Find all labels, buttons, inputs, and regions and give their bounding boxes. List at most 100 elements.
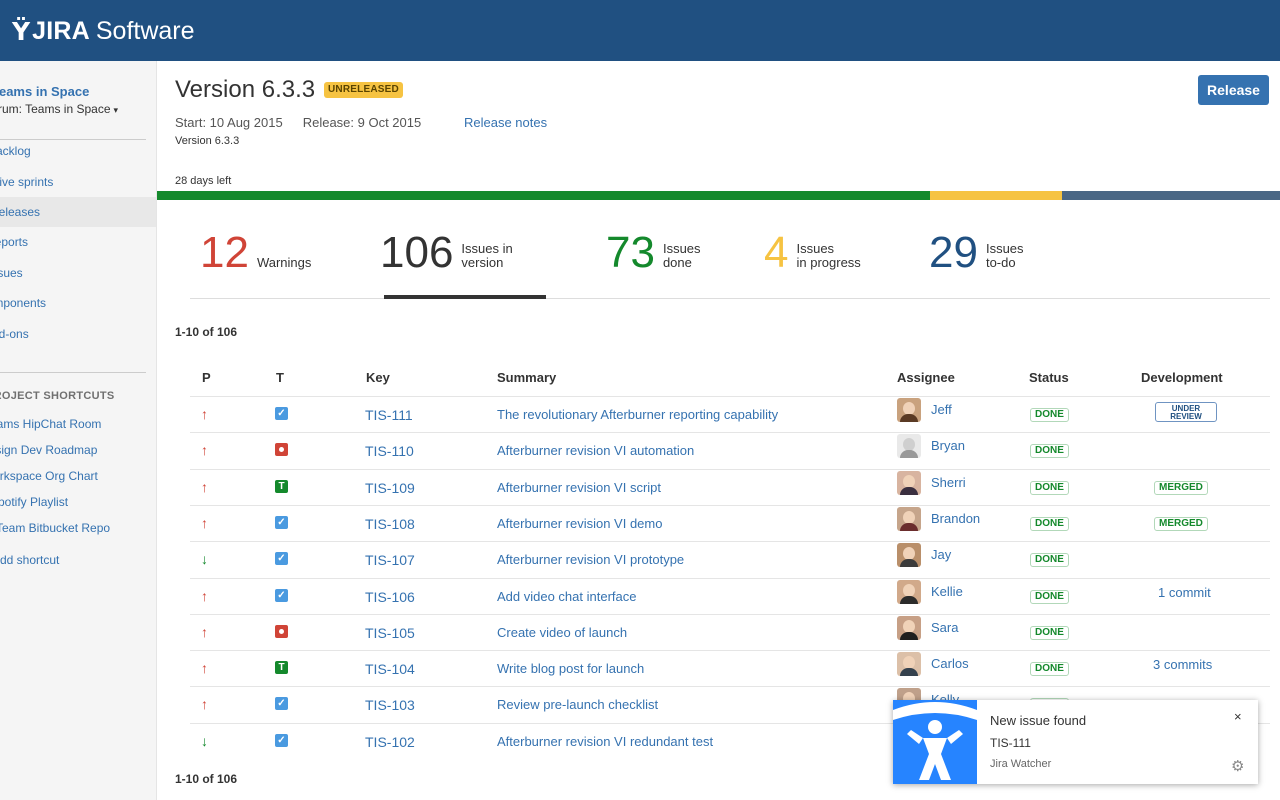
gear-icon[interactable]: ⚙ (1231, 757, 1244, 775)
issue-summary-link[interactable]: Afterburner revision VI prototype (497, 552, 684, 567)
avatar (897, 434, 921, 458)
development-merged-badge[interactable]: MERGED (1154, 517, 1208, 531)
stat-label-line: in progress (796, 255, 861, 270)
board-selector[interactable]: Scrum: Teams in Space▾ (0, 102, 118, 116)
stat-issues-todo[interactable]: 29 Issues to-do (929, 227, 1024, 275)
stat-issues-done[interactable]: 73 Issues done (606, 227, 701, 275)
sidebar-shortcut-link[interactable]: Add shortcut (0, 553, 59, 567)
development-commits-link[interactable]: 3 commits (1153, 657, 1212, 672)
sidebar-shortcut-link[interactable]: Teams HipChat Room (0, 417, 101, 431)
column-header-priority[interactable]: P (202, 370, 211, 385)
issue-key-link[interactable]: TIS-109 (365, 480, 415, 496)
avatar (897, 652, 921, 676)
issue-summary-link[interactable]: Afterburner revision VI redundant test (497, 734, 713, 749)
page-title: Version 6.3.3 (175, 76, 316, 103)
sidebar-nav-item[interactable]: Active sprints (0, 167, 156, 197)
status-badge: DONE (1030, 626, 1069, 640)
product-name: Software (95, 16, 195, 45)
issue-summary-link[interactable]: Review pre-launch checklist (497, 697, 658, 712)
stat-label-line: version (461, 255, 504, 270)
issue-key-link[interactable]: TIS-107 (365, 552, 415, 568)
column-header-type[interactable]: T (276, 370, 284, 385)
issue-summary-link[interactable]: Afterburner revision VI automation (497, 443, 694, 458)
story-type-icon: ✓ (275, 552, 288, 565)
assignee-name[interactable]: Brandon (931, 511, 980, 526)
top-navigation-bar: Ÿ JIRA Software (0, 0, 1280, 61)
column-header-assignee[interactable]: Assignee (897, 370, 955, 385)
column-header-development[interactable]: Development (1141, 370, 1223, 385)
table-row-divider (190, 505, 1270, 506)
table-row-divider (190, 614, 1270, 615)
issue-key-link[interactable]: TIS-104 (365, 661, 415, 677)
story-type-icon: ✓ (275, 734, 288, 747)
priority-high-icon: ↑ (201, 442, 208, 458)
issue-key-link[interactable]: TIS-102 (365, 734, 415, 750)
column-header-status[interactable]: Status (1029, 370, 1069, 385)
sidebar-nav-item[interactable]: Releases (0, 197, 156, 227)
sidebar-nav-label: Add-ons (0, 327, 29, 341)
sidebar-nav-item[interactable]: Issues (0, 258, 156, 288)
issue-key-link[interactable]: TIS-106 (365, 589, 415, 605)
assignee-name[interactable]: Kellie (931, 584, 963, 599)
avatar-body (900, 632, 918, 640)
assignee-name[interactable]: Jeff (931, 402, 952, 417)
issue-key-link[interactable]: TIS-108 (365, 516, 415, 532)
issue-key-link[interactable]: TIS-103 (365, 697, 415, 713)
project-name-link[interactable]: Teams in Space (0, 84, 89, 99)
issue-summary-link[interactable]: The revolutionary Afterburner reporting … (497, 407, 778, 422)
development-commits-link[interactable]: 1 commit (1158, 585, 1211, 600)
issue-key-link[interactable]: TIS-111 (365, 407, 413, 423)
stat-issues-in-version[interactable]: 106 Issues in version (380, 227, 513, 275)
priority-high-icon: ↑ (201, 479, 208, 495)
stats-divider (190, 298, 1270, 299)
board-name: Scrum: Teams in Space (0, 102, 111, 116)
issue-key-link[interactable]: TIS-110 (365, 443, 414, 459)
issue-summary-link[interactable]: Afterburner revision VI demo (497, 516, 662, 531)
story-type-icon: ✓ (275, 516, 288, 529)
sidebar-nav-item[interactable]: Components (0, 288, 156, 318)
sidebar-nav-label: Issues (0, 266, 23, 280)
stat-label: Issues to-do (986, 242, 1024, 270)
avatar (897, 471, 921, 495)
table-row-divider (190, 686, 1270, 687)
sidebar-nav-item[interactable]: Add-ons (0, 319, 156, 349)
priority-high-icon: ↑ (201, 515, 208, 531)
issue-summary-link[interactable]: Afterburner revision VI script (497, 480, 661, 495)
shortcuts-heading: PROJECT SHORTCUTS (0, 390, 115, 402)
sidebar-shortcut-link[interactable]: Design Dev Roadmap (0, 443, 97, 457)
jira-logo[interactable]: Ÿ JIRA Software (0, 14, 195, 48)
sidebar-divider (0, 372, 146, 373)
notification-issue-key: TIS-111 (990, 736, 1031, 750)
stat-issues-in-progress[interactable]: 4 Issues in progress (764, 227, 861, 275)
development-merged-badge[interactable]: MERGED (1154, 481, 1208, 495)
release-notes-link[interactable]: Release notes (464, 115, 547, 130)
sidebar-nav-label: Releases (0, 205, 41, 219)
issue-summary-link[interactable]: Write blog post for launch (497, 661, 644, 676)
stat-value: 29 (929, 228, 978, 277)
issue-summary-link[interactable]: Add video chat interface (497, 589, 636, 604)
avatar (897, 616, 921, 640)
development-review-badge[interactable]: UNDER REVIEW (1155, 402, 1217, 422)
release-button[interactable]: Release (1198, 75, 1269, 105)
column-header-summary[interactable]: Summary (497, 370, 556, 385)
desktop-notification[interactable]: New issue found TIS-111 Jira Watcher × ⚙ (893, 700, 1258, 784)
jira-logo-icon: Ÿ (12, 16, 31, 46)
assignee-name[interactable]: Bryan (931, 438, 965, 453)
assignee-name[interactable]: Sara (931, 620, 958, 635)
sidebar-shortcut-link[interactable]: Team Bitbucket Repo (0, 521, 110, 535)
close-icon[interactable]: × (1234, 709, 1242, 724)
sidebar-shortcut-link[interactable]: Spotify Playlist (0, 495, 68, 509)
sidebar-nav-item[interactable]: Reports (0, 227, 156, 257)
issue-key-link[interactable]: TIS-105 (365, 625, 415, 641)
column-header-key[interactable]: Key (366, 370, 390, 385)
assignee-name[interactable]: Sherri (931, 475, 966, 490)
pagination-count-bottom: 1-10 of 106 (175, 772, 238, 786)
assignee-name[interactable]: Carlos (931, 656, 969, 671)
pagination-count-top: 1-10 of 106 (175, 325, 238, 339)
sidebar-nav-item[interactable]: Backlog (0, 136, 156, 166)
stat-warnings[interactable]: 12 Warnings (200, 227, 311, 275)
sidebar-shortcut-link[interactable]: Workspace Org Chart (0, 469, 98, 483)
issue-summary-link[interactable]: Create video of launch (497, 625, 627, 640)
assignee-name[interactable]: Jay (931, 547, 951, 562)
sidebar-nav-label: Active sprints (0, 175, 54, 189)
